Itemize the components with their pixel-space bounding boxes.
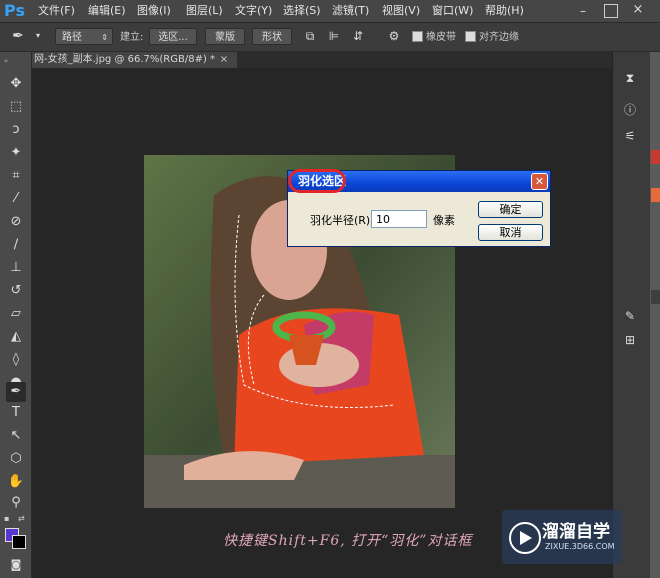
background-color-swatch[interactable]	[12, 535, 26, 549]
quick-mask-icon[interactable]: ◙	[6, 555, 26, 575]
crop-tool-icon[interactable]: ⌗	[6, 166, 26, 186]
photoshop-logo: Ps	[4, 1, 25, 20]
swatch-orange[interactable]	[651, 188, 660, 202]
align-edges-label: 对齐边缘	[479, 32, 519, 43]
mode-select[interactable]: 路径 ⇕	[55, 28, 113, 45]
mask-button[interactable]: 蒙版	[205, 28, 245, 45]
watermark-subtitle: ZIXUE.3D66.COM	[545, 542, 615, 551]
tab-close-icon[interactable]: ×	[217, 52, 231, 68]
document-tab[interactable]: 网-女孩_副本.jpg @ 66.7%(RGB/8#) *	[32, 52, 237, 68]
paint-bucket-tool-icon[interactable]: ◭	[6, 327, 26, 347]
history-panel-icon[interactable]: ⧗	[620, 68, 640, 88]
menu-file[interactable]: 文件(F)	[38, 0, 75, 22]
align-edges-checkbox[interactable]	[465, 31, 476, 42]
hand-tool-icon[interactable]: ✋	[6, 472, 26, 492]
chevron-down-icon[interactable]: ▾	[30, 28, 46, 44]
window-close-icon[interactable]: ×	[630, 2, 646, 18]
brush-tool-icon[interactable]: ∕	[6, 235, 26, 255]
swap-colors-icon[interactable]: ⇄	[18, 514, 28, 524]
shape-tool-icon[interactable]: ⬡	[6, 449, 26, 469]
menu-image[interactable]: 图像(I)	[137, 0, 171, 22]
watermark-title: 溜溜自学	[542, 522, 610, 542]
selection-button[interactable]: 选区...	[149, 28, 197, 45]
menu-help[interactable]: 帮助(H)	[485, 0, 524, 22]
menu-edit[interactable]: 编辑(E)	[88, 0, 126, 22]
dialog-close-icon[interactable]: ✕	[531, 173, 548, 190]
feather-radius-input[interactable]	[371, 210, 427, 228]
eraser-tool-icon[interactable]: ▱	[6, 304, 26, 324]
default-colors-icon[interactable]: ▪	[4, 514, 14, 524]
path-operations-icon[interactable]: ⧉	[302, 28, 318, 44]
ok-button[interactable]: 确定	[478, 201, 543, 218]
properties-panel-icon[interactable]: ⓘ	[620, 100, 640, 120]
healing-brush-tool-icon[interactable]: ⊘	[6, 212, 26, 232]
swatch-red[interactable]	[651, 150, 660, 164]
type-tool-icon[interactable]: T	[6, 403, 26, 423]
menu-select[interactable]: 选择(S)	[283, 0, 321, 22]
menu-window[interactable]: 窗口(W)	[432, 0, 473, 22]
swatch-gray[interactable]	[651, 290, 660, 304]
eyedropper-tool-icon[interactable]: ⁄	[6, 189, 26, 209]
adjustments-panel-icon[interactable]: ⚟	[620, 126, 640, 146]
path-selection-tool-icon[interactable]: ↖	[6, 426, 26, 446]
menu-filter[interactable]: 滤镜(T)	[332, 0, 369, 22]
path-alignment-icon[interactable]: ⊫	[326, 28, 342, 44]
menu-type[interactable]: 文字(Y)	[235, 0, 272, 22]
minimize-icon[interactable]: –	[580, 4, 594, 18]
panel-strip	[650, 52, 660, 578]
tutorial-caption: 快捷键Shift+F6, 打开“羽化”对话框	[223, 533, 473, 549]
lasso-tool-icon[interactable]: ↄ	[6, 120, 26, 140]
clone-source-panel-icon[interactable]: ⊞	[620, 330, 640, 350]
blur-tool-icon[interactable]: ◊	[6, 350, 26, 370]
magic-wand-tool-icon[interactable]: ✦	[6, 143, 26, 163]
mode-select-value: 路径	[62, 32, 82, 43]
gear-icon[interactable]: ⚙	[386, 28, 402, 44]
brush-panel-icon[interactable]: ✎	[620, 306, 640, 326]
clone-stamp-tool-icon[interactable]: ⊥	[6, 258, 26, 278]
maximize-icon[interactable]	[604, 4, 618, 18]
create-label: 建立:	[120, 32, 144, 43]
feather-radius-label: 羽化半径(R):	[310, 214, 374, 227]
menu-view[interactable]: 视图(V)	[382, 0, 420, 22]
history-brush-tool-icon[interactable]: ↺	[6, 281, 26, 301]
pen-tool-preset-icon[interactable]: ✒	[10, 28, 26, 44]
marquee-tool-icon[interactable]: ⬚	[6, 97, 26, 117]
pen-tool-icon[interactable]: ✒	[6, 382, 26, 402]
watermark-logo-icon	[508, 521, 542, 555]
rubber-band-label: 橡皮带	[426, 32, 456, 43]
chevron-updown-icon: ⇕	[101, 33, 108, 42]
path-arrangement-icon[interactable]: ⇵	[350, 28, 366, 44]
rubber-band-checkbox[interactable]	[412, 31, 423, 42]
menu-layer[interactable]: 图层(L)	[186, 0, 223, 22]
unit-label: 像素	[433, 214, 455, 227]
cancel-button[interactable]: 取消	[478, 224, 543, 241]
zoom-tool-icon[interactable]: ⚲	[6, 493, 26, 513]
toolbox-collapse-icon[interactable]: »	[4, 57, 26, 65]
title-highlight-circle	[288, 169, 346, 193]
move-tool-icon[interactable]: ✥	[6, 74, 26, 94]
shape-button[interactable]: 形状	[252, 28, 292, 45]
